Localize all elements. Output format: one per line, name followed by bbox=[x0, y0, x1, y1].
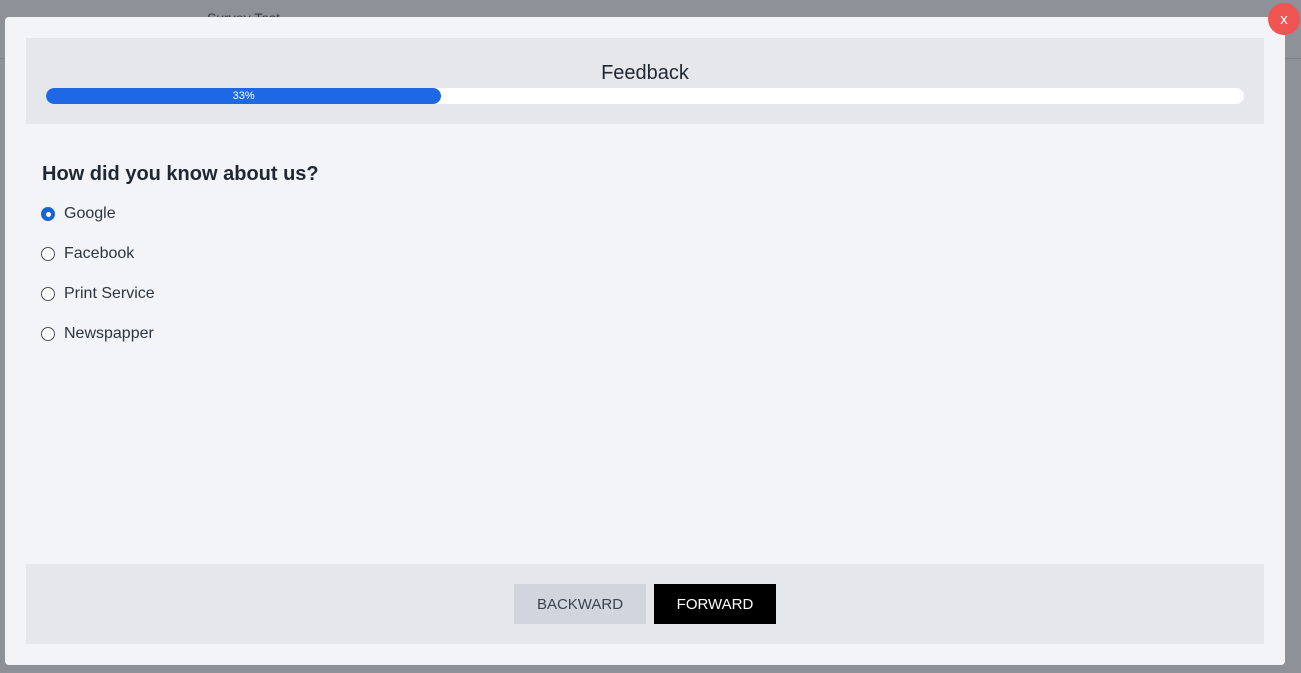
progress-bar: 33% bbox=[46, 88, 1244, 104]
progress-bar-fill: 33% bbox=[46, 88, 442, 104]
option-print-service[interactable]: Print Service bbox=[41, 284, 155, 304]
radio-button[interactable] bbox=[41, 207, 55, 221]
feedback-modal: Feedback 33% How did you know about us? … bbox=[5, 17, 1285, 665]
close-button[interactable]: x bbox=[1268, 3, 1300, 35]
option-label: Google bbox=[64, 205, 116, 222]
radio-button[interactable] bbox=[41, 247, 55, 261]
option-facebook[interactable]: Facebook bbox=[41, 244, 134, 264]
option-label: Newspapper bbox=[64, 325, 154, 342]
backward-button[interactable]: BACKWARD bbox=[514, 584, 646, 624]
radio-button[interactable] bbox=[41, 327, 55, 341]
forward-button[interactable]: FORWARD bbox=[654, 584, 776, 624]
option-google[interactable]: Google bbox=[41, 204, 116, 224]
modal-footer: BACKWARD FORWARD bbox=[26, 564, 1264, 644]
option-label: Facebook bbox=[64, 245, 135, 262]
radio-button[interactable] bbox=[41, 287, 55, 301]
option-newspapper[interactable]: Newspapper bbox=[41, 324, 154, 344]
modal-header: Feedback 33% bbox=[26, 38, 1264, 124]
modal-title: Feedback bbox=[601, 62, 689, 84]
question-heading: How did you know about us? bbox=[42, 163, 319, 185]
option-label: Print Service bbox=[64, 285, 155, 302]
